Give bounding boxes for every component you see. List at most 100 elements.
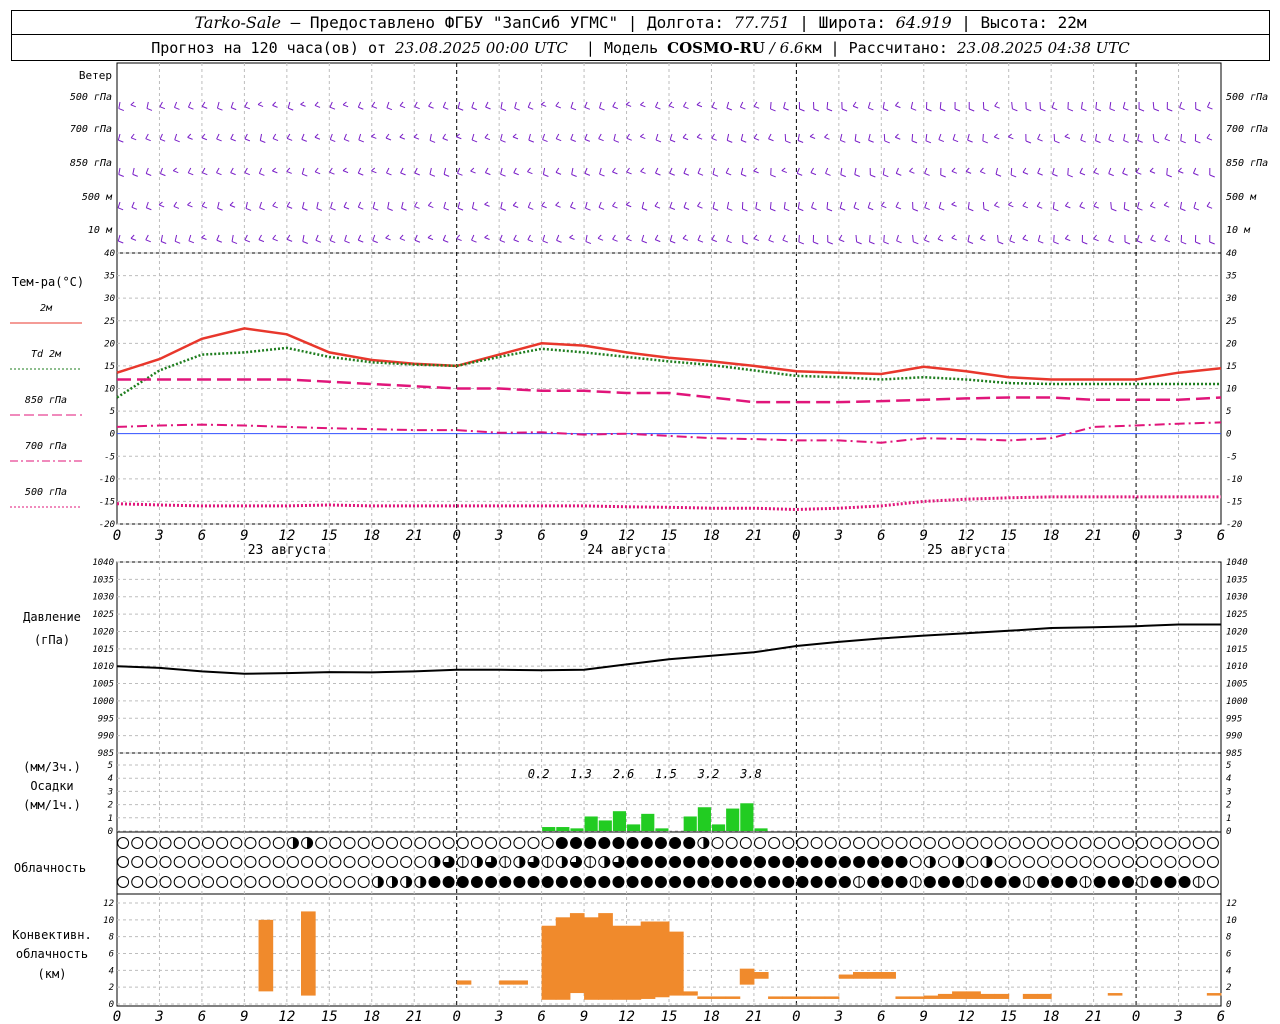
cloud-cover-circle (159, 876, 172, 888)
wind-barb (1051, 101, 1055, 108)
wind-barb (852, 101, 857, 107)
pressure-tick-label-right: 1020 (1226, 627, 1248, 637)
temp-tick-label-right: 20 (1226, 339, 1237, 349)
wind-barb (783, 101, 786, 109)
precip-bar (612, 811, 627, 831)
wind-barb (924, 167, 928, 174)
wind-barb-flag (1111, 208, 1117, 212)
wind-barb-flag (372, 207, 379, 211)
wind-barb-flag (895, 105, 901, 109)
wind-barb (329, 101, 333, 108)
hour-tick-label: 0 (792, 528, 800, 544)
wind-barb-flag (711, 106, 718, 110)
wind-barb-flag (712, 173, 719, 177)
wind-barb (302, 234, 305, 242)
wind-barb-flag (669, 139, 676, 143)
temp-tick-label-right: 30 (1225, 294, 1237, 304)
wind-barb-flag (343, 206, 350, 210)
wind-barb-flag (570, 206, 576, 210)
cloud-cover-circle (612, 837, 625, 849)
wind-barb (399, 234, 404, 239)
wind-barb (612, 167, 616, 173)
wind-barb-flag (813, 241, 819, 245)
cloud-cover-circle (1164, 837, 1177, 849)
wind-barb-flag (399, 136, 406, 140)
cloud-cover-circle (541, 837, 554, 849)
wind-barb (839, 133, 843, 141)
wind-barb (1163, 201, 1168, 206)
wind-barb (782, 234, 786, 241)
wind-barb (160, 234, 163, 242)
cloud-cover-circle (768, 856, 781, 868)
cloud-cover-circle (1037, 837, 1050, 849)
wind-barb (484, 201, 489, 205)
wind-barb-flag (1149, 170, 1156, 174)
wind-barb (883, 234, 885, 242)
wind-barb-flag (244, 106, 251, 110)
wind-barb-flag (1108, 139, 1114, 143)
wind-barb-flag (230, 138, 236, 142)
hour-tick-label: 12 (958, 528, 975, 544)
convective-bar (541, 925, 557, 1000)
wind-barb-flag (753, 238, 760, 242)
wind-barb (824, 133, 829, 138)
convective-tick-label-left: 8 (109, 933, 114, 943)
wind-barb (669, 234, 673, 242)
precip-3h-total: 1.5 (655, 767, 677, 781)
cloud-cover-circle (343, 837, 356, 849)
wind-barb-flag (569, 237, 575, 240)
hour-tick-label-bottom: 21 (1085, 1009, 1102, 1024)
wind-barb (329, 133, 333, 140)
wind-barb (967, 234, 970, 242)
wind-barb-flag (925, 140, 932, 144)
wind-barb-flag (229, 204, 236, 208)
wind-barb-flag (541, 205, 547, 209)
wind-barb (797, 201, 800, 209)
wind-barb (668, 101, 673, 106)
precip-bar (584, 816, 598, 831)
convective-bar (867, 972, 882, 979)
temp-tick-label-right: 25 (1226, 317, 1237, 327)
wind-barb (216, 133, 220, 140)
hour-tick-label: 15 (661, 528, 678, 544)
cloud-cover-circle (485, 876, 498, 888)
cloud-cover-circle (386, 837, 398, 849)
hour-tick-label: 21 (1085, 528, 1102, 544)
wind-barb (655, 101, 659, 108)
wind-barb (300, 101, 305, 105)
cloud-cover-circle (824, 876, 837, 888)
cloud-cover-circle (117, 837, 130, 849)
temp-tick-label-right: -20 (1226, 520, 1242, 530)
pressure-tick-label-left: 1015 (92, 645, 114, 655)
wind-barb (174, 101, 178, 108)
cloud-cover-circle (782, 876, 795, 888)
cloud-cover-circle (881, 856, 894, 868)
wind-barb (1093, 234, 1098, 240)
wind-barb-flag (741, 139, 747, 143)
wind-barb (286, 234, 291, 240)
wind-barb-flag (330, 139, 336, 143)
wind-barb-flag (1164, 138, 1171, 142)
wind-barb (513, 167, 517, 174)
hour-tick-label-bottom: 0 (452, 1009, 460, 1024)
wind-barb (739, 101, 744, 108)
cloud-cover-circle (980, 876, 993, 888)
wind-barb (471, 201, 475, 209)
wind-barb (512, 133, 517, 138)
convective-bar (923, 995, 939, 999)
cloud-cover-circle (400, 856, 413, 868)
wind-barb (343, 133, 347, 140)
temp-series-line (116, 346, 1221, 399)
pressure-tick-label-right: 1015 (1226, 645, 1248, 655)
cloud-cover-circle (1008, 837, 1021, 849)
precip-tick-label-right: 3 (1225, 787, 1231, 797)
wind-barb-flag (826, 208, 833, 212)
wind-barb (159, 133, 163, 140)
wind-barb (117, 201, 121, 208)
wind-barb-flag (1079, 206, 1085, 209)
temp-tick-label-right: -15 (1226, 497, 1242, 507)
precip-tick-label-left: 0 (108, 827, 113, 837)
cloud-cover-circle (1065, 876, 1078, 888)
wind-barb (385, 234, 390, 239)
wind-barb-flag (727, 207, 733, 211)
